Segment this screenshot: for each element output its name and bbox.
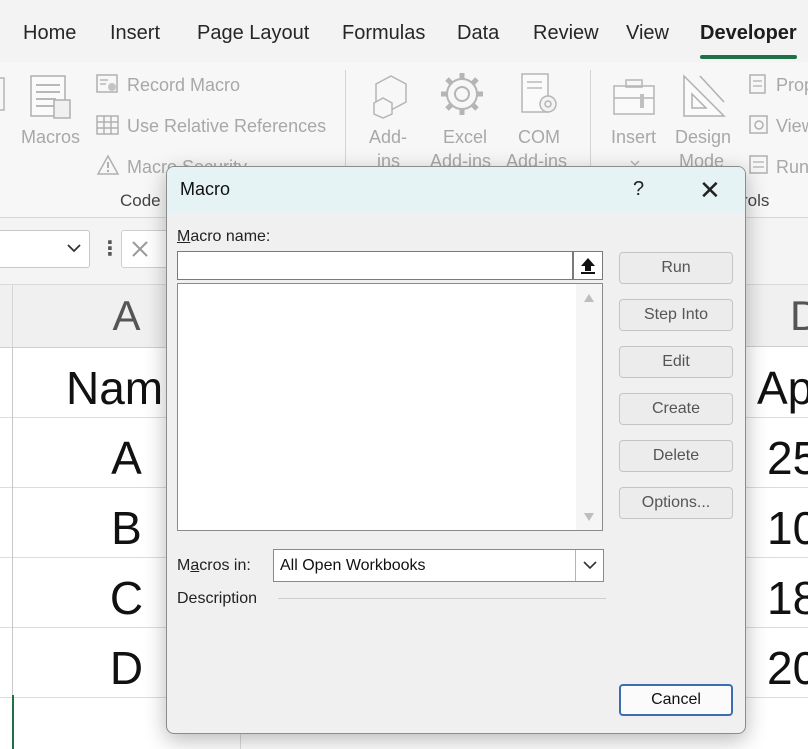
macro-list[interactable] (177, 283, 603, 531)
add-ins-label[interactable]: Add- (369, 127, 407, 148)
macros-in-label-prefix: M (177, 557, 191, 574)
design-mode-icon[interactable] (680, 72, 728, 120)
active-tab-indicator (700, 55, 797, 59)
tab-view[interactable]: View (626, 22, 669, 45)
upload-arrow-icon (581, 258, 595, 274)
warning-icon (96, 154, 120, 175)
description-label: Description (177, 590, 258, 607)
insert-controls-label[interactable]: Insert (611, 127, 656, 148)
cell-d3[interactable]: 10 (767, 501, 808, 555)
macros-in-accesskey: a (190, 557, 200, 574)
dialog-titlebar[interactable]: Macro ? ✕ (167, 167, 745, 213)
description-divider (278, 598, 606, 599)
relative-references-icon (96, 115, 119, 135)
controls-group-label: rols (742, 191, 770, 210)
toolbox-icon[interactable] (610, 76, 660, 120)
column-header-d[interactable]: D (742, 285, 808, 347)
edit-button[interactable]: Edit (619, 346, 733, 378)
macros-icon[interactable] (28, 72, 74, 122)
selection-edge (12, 695, 14, 749)
macros-in-select[interactable]: All Open Workbooks (273, 549, 604, 582)
delete-button[interactable]: Delete (619, 440, 733, 472)
name-box[interactable] (0, 230, 90, 268)
ribbon-tab-bar: Home Insert Page Layout Formulas Data Re… (0, 0, 808, 62)
record-macro-button[interactable]: Record Macro (127, 75, 240, 96)
cancel-button[interactable]: Cancel (619, 684, 733, 716)
close-icon (132, 241, 148, 257)
chevron-down-icon (583, 561, 597, 570)
tab-insert[interactable]: Insert (110, 22, 160, 45)
properties-button[interactable]: Prop (776, 75, 808, 96)
cancel-entry-button[interactable] (121, 230, 171, 268)
chevron-down-icon[interactable] (67, 243, 81, 253)
view-code-icon (749, 115, 768, 134)
run-dialog-icon (749, 155, 768, 174)
com-add-ins-label[interactable]: COM (518, 127, 560, 148)
excel-add-ins-label[interactable]: Excel (443, 127, 487, 148)
macros-in-value: All Open Workbooks (280, 557, 426, 574)
cell-d2[interactable]: 25 (767, 431, 808, 485)
step-into-button[interactable]: Step Into (619, 299, 733, 331)
cell-d4[interactable]: 18 (767, 571, 808, 625)
macro-dialog: Macro ? ✕ Macro name: Run Step Into Edit… (166, 166, 746, 734)
tab-page-layout[interactable]: Page Layout (197, 22, 309, 45)
macro-name-label: Macro name: (177, 228, 270, 246)
design-mode-label[interactable]: Design (675, 127, 731, 148)
macro-name-input[interactable] (177, 251, 573, 280)
create-button[interactable]: Create (619, 393, 733, 425)
com-add-ins-icon[interactable] (518, 70, 562, 120)
run-button[interactable]: Run (619, 252, 733, 284)
tab-developer[interactable]: Developer (700, 22, 797, 45)
record-macro-icon (96, 74, 118, 93)
more-options-icon[interactable]: ⋮ (100, 236, 120, 261)
visual-basic-icon[interactable] (0, 74, 6, 114)
collapse-dialog-button[interactable] (573, 251, 603, 280)
tab-data[interactable]: Data (457, 22, 499, 45)
dialog-title: Macro (180, 179, 231, 199)
scroll-up-icon[interactable] (583, 293, 595, 303)
cell-d5[interactable]: 20 (767, 641, 808, 695)
add-ins-icon[interactable] (368, 72, 414, 120)
run-dialog-button[interactable]: Run (776, 157, 808, 178)
scroll-down-icon[interactable] (583, 512, 595, 522)
tab-review[interactable]: Review (533, 22, 599, 45)
select-all-corner[interactable] (0, 285, 13, 348)
help-button[interactable]: ? (633, 178, 644, 201)
macros-in-label-text: cros in: (199, 557, 251, 574)
macro-name-label-text: acro name: (190, 228, 271, 245)
tab-formulas[interactable]: Formulas (342, 22, 425, 45)
code-group-label: Code (120, 191, 161, 210)
tab-home[interactable]: Home (23, 22, 76, 45)
view-code-button[interactable]: View (776, 116, 808, 137)
macro-name-accesskey: M (177, 228, 191, 245)
macros-in-dropdown-button[interactable] (575, 550, 603, 581)
macro-list-scrollbar[interactable] (576, 284, 602, 530)
use-relative-references-button[interactable]: Use Relative References (127, 116, 326, 137)
options-button[interactable]: Options... (619, 487, 733, 519)
cell-d1[interactable]: Ap (757, 361, 808, 415)
macros-in-label: Macros in: (177, 557, 251, 575)
macros-label[interactable]: Macros (21, 127, 80, 148)
properties-icon (749, 74, 766, 94)
gear-icon[interactable] (438, 70, 488, 120)
close-button[interactable]: ✕ (699, 175, 721, 206)
